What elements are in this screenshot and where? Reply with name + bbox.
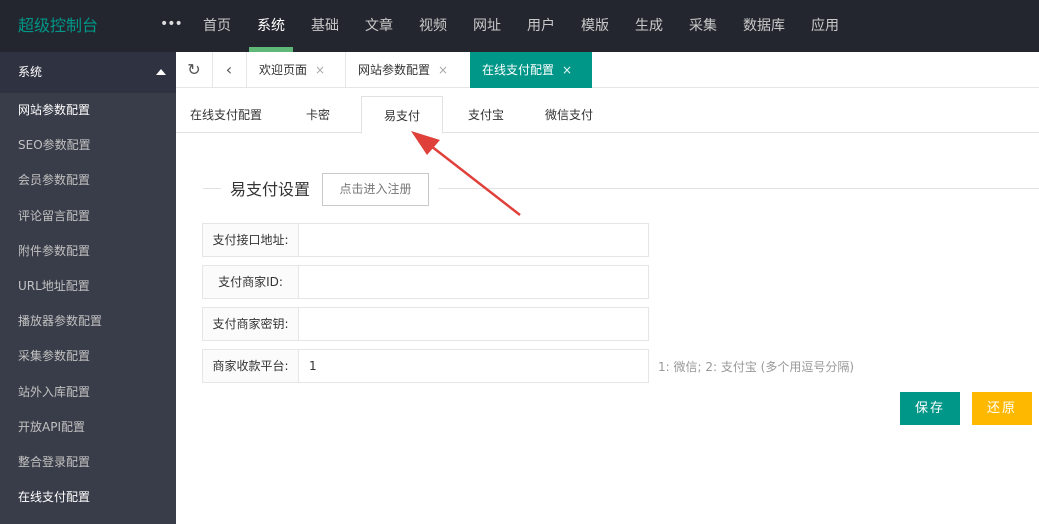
top-nav: 首页 系统 基础 文章 视频 网址 用户 模版 生成 采集 数据库 应用 [190,0,852,52]
merchant-key-label: 支付商家密钥: [202,307,299,341]
nav-item-video[interactable]: 视频 [406,0,460,52]
refresh-icon[interactable]: ↻ [178,52,210,88]
sidebar-group-header[interactable]: 系统 [0,52,176,93]
arrow-shaft [421,138,521,216]
close-icon[interactable]: × [315,63,325,77]
page-tab-bar: ↻ ‹ 欢迎页面 × 网站参数配置 × 在线支付配置 × [176,52,1039,88]
nav-item-article[interactable]: 文章 [352,0,406,52]
tab-label: 网站参数配置 [358,63,431,77]
legend-divider [438,188,1039,189]
close-icon[interactable]: × [438,63,448,77]
caret-up-icon [156,69,166,75]
subtab-online-payment[interactable]: 在线支付配置 [182,96,270,134]
sidebar-group-label: 系统 [18,65,43,79]
nav-item-template[interactable]: 模版 [568,0,622,52]
chevron-left-icon[interactable]: ‹ [213,52,245,88]
subtab-card-key[interactable]: 卡密 [286,96,350,134]
legend-divider [203,188,221,189]
tab-site-config[interactable]: 网站参数配置 × [346,52,469,88]
reset-button[interactable]: 还原 [972,392,1032,425]
nav-item-system[interactable]: 系统 [244,0,298,52]
nav-item-collect[interactable]: 采集 [676,0,730,52]
nav-item-apps[interactable]: 应用 [798,0,852,52]
merchant-key-input[interactable] [298,307,649,341]
sidebar-item-url-config[interactable]: URL地址配置 [0,269,176,304]
collection-platform-input[interactable]: 1 [298,349,649,383]
sidebar-item-site-config[interactable]: 网站参数配置 [0,93,176,128]
brand-title[interactable]: 超级控制台 [0,0,176,52]
tab-label: 欢迎页面 [259,63,308,77]
collection-platform-hint: 1: 微信; 2: 支付宝 (多个用逗号分隔) [658,360,855,374]
sidebar-item-attachment-config[interactable]: 附件参数配置 [0,234,176,269]
nav-item-url[interactable]: 网址 [460,0,514,52]
sidebar-item-collect-config[interactable]: 采集参数配置 [0,339,176,374]
save-button[interactable]: 保存 [900,392,960,425]
subtab-wechat-pay[interactable]: 微信支付 [532,96,606,134]
collection-platform-label: 商家收款平台: [202,349,299,383]
nav-item-basic[interactable]: 基础 [298,0,352,52]
sidebar-item-seo-config[interactable]: SEO参数配置 [0,128,176,163]
sidebar-item-import-config[interactable]: 站外入库配置 [0,375,176,410]
nav-item-home[interactable]: 首页 [190,0,244,52]
sidebar-item-member-config[interactable]: 会员参数配置 [0,163,176,198]
nav-item-database[interactable]: 数据库 [730,0,798,52]
more-icon[interactable]: ••• [160,16,183,32]
nav-item-user[interactable]: 用户 [514,0,568,52]
merchant-id-input[interactable] [298,265,649,299]
api-url-label: 支付接口地址: [202,223,299,257]
sidebar-item-comment-config[interactable]: 评论留言配置 [0,199,176,234]
top-bar: 超级控制台 ••• 首页 系统 基础 文章 视频 网址 用户 模版 生成 采集 … [0,0,1039,52]
subtab-alipay[interactable]: 支付宝 [454,96,518,134]
tab-label: 在线支付配置 [482,63,555,77]
sidebar-item-player-config[interactable]: 播放器参数配置 [0,304,176,339]
sidebar-item-api-config[interactable]: 开放API配置 [0,410,176,445]
section-title: 易支付设置 [230,180,311,199]
subtab-epay[interactable]: 易支付 [361,96,443,134]
tab-payment-config[interactable]: 在线支付配置 × [470,52,592,88]
nav-item-generate[interactable]: 生成 [622,0,676,52]
api-url-input[interactable] [298,223,649,257]
tab-welcome[interactable]: 欢迎页面 × [247,52,345,88]
sidebar-item-payment-config[interactable]: 在线支付配置 [0,480,176,515]
sidebar-item-login-config[interactable]: 整合登录配置 [0,445,176,480]
register-button[interactable]: 点击进入注册 [322,173,429,206]
close-icon[interactable]: × [562,63,572,77]
payment-subtabs: 在线支付配置 卡密 易支付 支付宝 微信支付 [176,96,1039,134]
merchant-id-label: 支付商家ID: [202,265,299,299]
sidebar: 系统 网站参数配置 SEO参数配置 会员参数配置 评论留言配置 附件参数配置 U… [0,52,176,524]
